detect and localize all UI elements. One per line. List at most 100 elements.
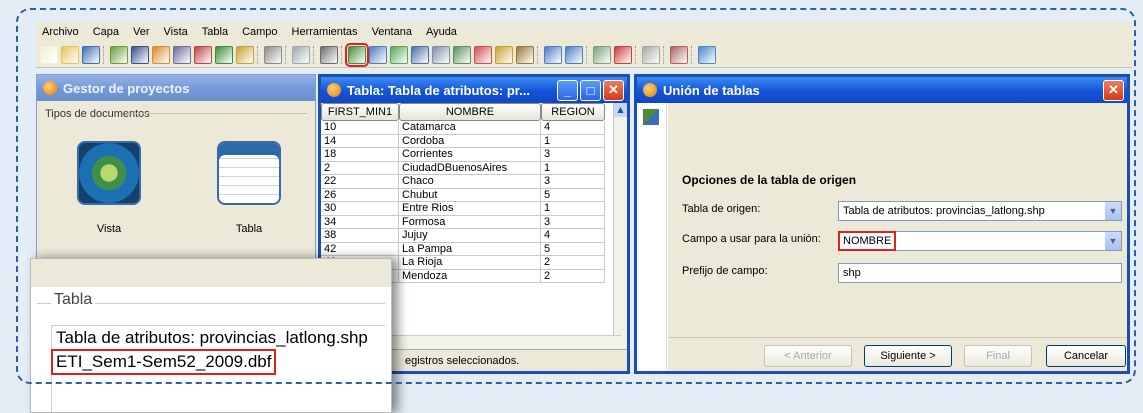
chevron-down-icon[interactable]: ▼ xyxy=(1104,202,1121,220)
doc-type-vista[interactable]: Vista xyxy=(77,141,141,235)
export-icon[interactable] xyxy=(698,45,716,64)
menu-ver[interactable]: Ver xyxy=(131,26,152,38)
project-manager-titlebar[interactable]: Gestor de proyectos xyxy=(37,75,315,101)
previous-button[interactable]: < Anterior xyxy=(764,345,852,367)
table3-icon[interactable] xyxy=(453,45,471,64)
print-icon[interactable] xyxy=(320,45,338,64)
table-doc-icon xyxy=(217,141,281,205)
table-row[interactable]: 14 Cordoba 1 xyxy=(321,134,621,148)
finish-button[interactable]: Final xyxy=(964,345,1032,367)
table2-icon[interactable] xyxy=(432,45,450,64)
save-icon[interactable] xyxy=(82,45,100,64)
table-cell: 5 xyxy=(541,242,605,256)
table-row[interactable]: 22 Chaco 3 xyxy=(321,175,621,189)
origin-table-label: Tabla de origen: xyxy=(682,203,761,215)
table-row[interactable]: 38 Jujuy 4 xyxy=(321,229,621,243)
menu-vista[interactable]: Vista xyxy=(162,26,190,38)
join-field-combo[interactable]: NOMBRE ▼ xyxy=(837,231,1122,251)
grid-icon[interactable] xyxy=(292,45,310,64)
cancel-button[interactable]: Cancelar xyxy=(1046,345,1126,367)
join-tables-icon[interactable] xyxy=(345,42,369,67)
back-icon[interactable] xyxy=(264,45,282,64)
pointer-icon[interactable] xyxy=(215,45,233,64)
stats-icon[interactable] xyxy=(516,45,534,64)
toolbar-separator xyxy=(285,45,289,64)
wizard-buttons: < Anterior Siguiente > Final Cancelar xyxy=(668,337,1127,371)
toolbar-separator xyxy=(313,45,317,64)
chevron-down-icon[interactable]: ▼ xyxy=(1104,232,1121,250)
maximize-icon[interactable]: □ xyxy=(580,79,601,101)
menu-ayuda[interactable]: Ayuda xyxy=(424,26,459,38)
layer-icon[interactable] xyxy=(110,45,128,64)
table-cell: Formosa xyxy=(399,215,541,229)
table-icon[interactable] xyxy=(411,45,429,64)
column-header[interactable]: NOMBRE xyxy=(399,103,541,121)
function-icon[interactable] xyxy=(495,45,513,64)
vertical-scrollbar[interactable]: ▲ xyxy=(613,103,627,349)
menu-archivo[interactable]: Archivo xyxy=(40,26,81,38)
scroll-up-icon[interactable]: ▲ xyxy=(614,103,627,117)
tool-icon[interactable] xyxy=(236,45,254,64)
next-button[interactable]: Siguiente > xyxy=(864,345,952,367)
table-cell: 2 xyxy=(541,256,605,270)
stack-icon[interactable] xyxy=(152,45,170,64)
select-icon[interactable] xyxy=(194,45,212,64)
wizard-side-strip xyxy=(637,103,667,371)
locate-icon[interactable] xyxy=(614,45,632,64)
edit-icon[interactable] xyxy=(173,45,191,64)
field-prefix-label: Prefijo de campo: xyxy=(682,265,768,277)
menu-campo[interactable]: Campo xyxy=(240,26,279,38)
toolbar xyxy=(36,42,1132,68)
new-icon[interactable] xyxy=(40,45,58,64)
minimize-icon[interactable]: _ xyxy=(557,79,578,101)
doc-type-tabla[interactable]: Tabla xyxy=(217,141,281,235)
table-cell: 3 xyxy=(541,148,605,162)
table-row[interactable]: 34 Formosa 3 xyxy=(321,215,621,229)
right-arrow-icon[interactable] xyxy=(544,45,562,64)
table-row[interactable]: 26 Chubut 5 xyxy=(321,188,621,202)
table-row[interactable]: 10 Catamarca 4 xyxy=(321,121,621,135)
column-header[interactable]: FIRST_MIN1 xyxy=(321,103,399,121)
info-icon[interactable] xyxy=(670,45,688,64)
menu-herramientas[interactable]: Herramientas xyxy=(290,26,360,38)
table-row[interactable]: 2 CiudadDBuenosAires 1 xyxy=(321,161,621,175)
menu-ventana[interactable]: Ventana xyxy=(370,26,414,38)
list-item[interactable]: Tabla de atributos: provincias_latlong.s… xyxy=(52,326,385,350)
join-field-label: Campo a usar para la unión: xyxy=(682,233,821,245)
filter-icon[interactable] xyxy=(474,45,492,64)
table-cell: 1 xyxy=(541,202,605,216)
toolbar-separator xyxy=(691,45,695,64)
project-manager-title: Gestor de proyectos xyxy=(63,80,190,96)
view-icon[interactable] xyxy=(131,45,149,64)
join-tables-titlebar[interactable]: Unión de tablas ✕ xyxy=(637,77,1127,103)
close-icon[interactable]: ✕ xyxy=(1103,79,1124,101)
table-row[interactable]: 42 La Pampa 5 xyxy=(321,242,621,256)
table-cell: 10 xyxy=(321,121,399,135)
wizard-content: Opciones de la tabla de origen Tabla de … xyxy=(668,103,1127,343)
menu-capa[interactable]: Capa xyxy=(91,26,121,38)
list-item-highlighted[interactable]: ETI_Sem1-Sem52_2009.dbf xyxy=(50,349,277,375)
table-row[interactable]: 30 Entre Rios 1 xyxy=(321,202,621,216)
left-arrow-icon[interactable] xyxy=(565,45,583,64)
column-header[interactable]: REGION xyxy=(541,103,605,121)
chart-icon[interactable] xyxy=(390,45,408,64)
menu-bar: Archivo Capa Ver Vista Tabla Campo Herra… xyxy=(36,22,1132,42)
table-fieldset: Tabla Tabla de atributos: provincias_lat… xyxy=(37,291,385,412)
doc-icon[interactable] xyxy=(642,45,660,64)
document-types-label: Tipos de documentos xyxy=(45,108,150,120)
link-icon[interactable] xyxy=(369,45,387,64)
menu-tabla[interactable]: Tabla xyxy=(200,26,230,38)
table-cell: Chubut xyxy=(399,188,541,202)
origin-table-combo[interactable]: Tabla de atributos: provincias_latlong.s… xyxy=(838,201,1122,221)
table-cell: 42 xyxy=(321,242,399,256)
open-icon[interactable] xyxy=(61,45,79,64)
field-prefix-input[interactable]: shp xyxy=(838,263,1122,283)
group-divider xyxy=(127,113,307,114)
doc-tabla-label: Tabla xyxy=(235,223,263,235)
table-row[interactable]: 18 Corrientes 3 xyxy=(321,148,621,162)
join-field-value: NOMBRE xyxy=(837,231,897,251)
table-cell: 18 xyxy=(321,148,399,162)
attribute-table-titlebar[interactable]: Tabla: Tabla de atributos: pr... _ □ ✕ xyxy=(321,77,627,103)
close-icon[interactable]: ✕ xyxy=(603,79,624,101)
map-icon[interactable] xyxy=(593,45,611,64)
